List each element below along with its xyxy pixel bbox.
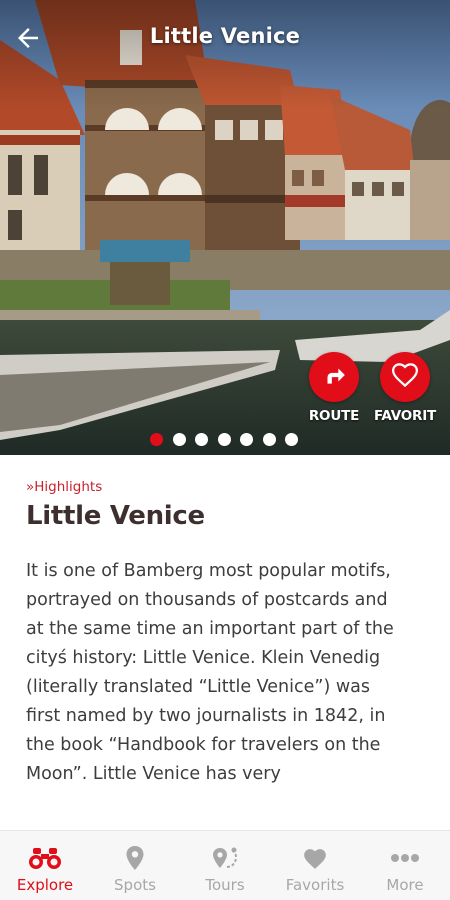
nav-label-spots: Spots	[114, 876, 156, 894]
nav-label-tours: Tours	[205, 876, 245, 894]
gallery-dot[interactable]	[262, 433, 276, 446]
gallery-dot[interactable]	[217, 433, 231, 446]
nav-item-tours[interactable]: Tours	[180, 831, 270, 900]
map-pin-icon	[125, 845, 145, 871]
gallery-dot[interactable]	[150, 433, 163, 446]
nav-item-explore[interactable]: Explore	[0, 831, 90, 900]
nav-label-more: More	[386, 876, 424, 894]
gallery-dot[interactable]	[285, 433, 298, 446]
favorite-icon-circle	[380, 352, 430, 402]
route-pin-icon	[210, 845, 240, 871]
route-button[interactable]: ROUTE	[299, 352, 369, 424]
top-bar: Little Venice	[0, 0, 450, 80]
turn-right-arrow-icon	[321, 362, 347, 392]
favorite-button[interactable]: FAVORIT	[370, 352, 440, 424]
dots-icon	[390, 845, 420, 871]
article-body: It is one of Bamberg most popular motifs…	[26, 561, 394, 784]
route-label: ROUTE	[308, 408, 360, 424]
nav-label-favorits: Favorits	[285, 876, 345, 894]
bottom-navigation: Explore Spots Tours Favorits More	[0, 830, 450, 900]
nav-item-spots[interactable]: Spots	[90, 831, 180, 900]
heart-icon	[390, 360, 420, 394]
article-title: Little Venice	[26, 501, 205, 531]
page-title: Little Venice	[149, 24, 301, 48]
favorite-label: FAVORIT	[373, 408, 437, 424]
hero-image-gallery[interactable]: Little Venice ROUTE FAVORIT	[0, 0, 450, 455]
route-icon-circle	[309, 352, 359, 402]
nav-item-more[interactable]: More	[360, 831, 450, 900]
gallery-dot[interactable]	[195, 433, 208, 446]
gallery-pagination	[150, 433, 298, 447]
nav-label-explore: Explore	[16, 876, 74, 894]
category-label: »Highlights	[26, 479, 103, 495]
gallery-dot[interactable]	[172, 433, 186, 446]
nav-item-favorits[interactable]: Favorits	[270, 831, 360, 900]
heart-icon	[302, 845, 328, 871]
article-content[interactable]: »Highlights Little Venice It is one of B…	[0, 455, 450, 830]
binoculars-icon	[28, 845, 62, 871]
gallery-dot[interactable]	[240, 433, 253, 446]
